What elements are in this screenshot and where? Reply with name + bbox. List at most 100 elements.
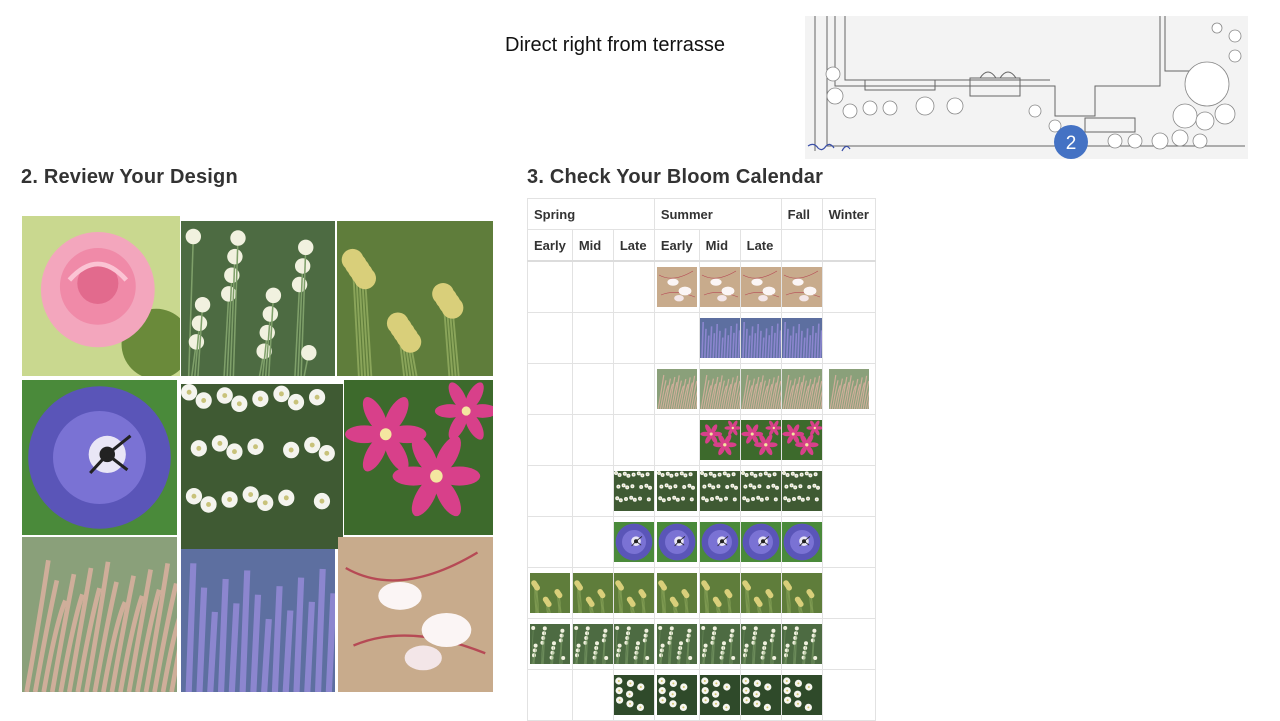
bloom-calendar-table: Spring Summer Fall Winter Early Mid Late… [527,198,876,721]
calendar-cell [571,260,614,313]
russian-sage-photo [181,549,335,692]
calendar-cell [571,567,614,619]
gaura-bloom-thumb [656,267,697,307]
calendar-cell [780,312,823,364]
calendar-cell [527,312,573,364]
yellow-buttons-bloom-thumb [699,573,740,613]
calendar-cell [780,465,823,517]
calendar-cell [653,465,700,517]
period-spring-mid: Mid [571,229,614,262]
calendar-cell [780,567,823,619]
calendar-cell [527,465,573,517]
gaura-bloom-thumb [740,267,781,307]
calendar-cell [739,414,782,466]
calendar-cell [739,618,782,670]
calendar-cell [527,414,573,466]
white-shrub-bloom-thumb [699,471,740,511]
calendar-cell [527,363,573,415]
white-buttons-bloom-thumb [699,624,740,664]
blue-geranium-bloom-thumb [613,522,654,562]
calendar-cell [698,669,741,721]
period-spring-early: Early [527,229,573,262]
calendar-cell [612,260,655,313]
pink-clematis-photo [344,380,493,535]
white-bloom-bloom-thumb [781,675,822,715]
calendar-row-grass [527,363,876,415]
calendar-cell [571,618,614,670]
calendar-cell [571,363,614,415]
season-spring: Spring [527,198,655,230]
white-buttons-bloom-thumb [740,624,781,664]
white-buttons-bloom-thumb [781,624,822,664]
calendar-cell [527,516,573,568]
white-shrub-bloom-thumb [740,471,781,511]
calendar-row-blue-geranium [527,516,876,568]
site-plan-image: 2 [805,16,1248,159]
calendar-row-white-buttons [527,618,876,670]
white-shrub-flower-photo [181,384,343,549]
white-bloom-bloom-thumb [656,675,697,715]
blue-geranium-bloom-thumb [699,522,740,562]
white-bloom-bloom-thumb [740,675,781,715]
bloom-calendar-body [527,260,876,721]
calendar-cell [571,669,614,721]
white-shrub-bloom-thumb [656,471,697,511]
yellow-buttons-bloom-thumb [656,573,697,613]
period-summer-mid: Mid [698,229,741,262]
white-shrub-bloom-thumb [613,471,654,511]
grass-bloom-thumb [781,369,822,409]
period-summer-early: Early [653,229,700,262]
calendar-cell [527,567,573,619]
calendar-cell [780,669,823,721]
calendar-cell [821,516,876,568]
pink-clematis-bloom-thumb [781,420,822,460]
white-buttons-bloom-thumb [613,624,654,664]
calendar-cell [821,465,876,517]
gaura-bloom-thumb [781,267,822,307]
calendar-row-white-bloom [527,669,876,721]
calendar-row-gaura [527,260,876,313]
season-header-row: Spring Summer Fall Winter [527,198,876,230]
calendar-cell [612,618,655,670]
yellow-buttons-bloom-thumb [572,573,613,613]
yellow-globe-flower-photo [337,221,493,376]
calendar-cell [780,363,823,415]
white-buttons-bloom-thumb [656,624,697,664]
calendar-cell [612,516,655,568]
calendar-cell [698,516,741,568]
calendar-cell [527,260,573,313]
season-fall: Fall [780,198,823,230]
calendar-cell [698,312,741,364]
calendar-cell [612,465,655,517]
calendar-cell [653,618,700,670]
yellow-buttons-bloom-thumb [781,573,822,613]
calendar-cell [698,618,741,670]
calendar-cell [821,312,876,364]
lavender-bloom-thumb [699,318,740,358]
calendar-cell [612,414,655,466]
blue-geranium-photo [22,380,177,535]
calendar-cell [653,312,700,364]
season-winter: Winter [821,198,876,230]
grass-bloom-thumb [740,369,781,409]
calendar-cell [653,414,700,466]
calendar-cell [527,618,573,670]
calendar-cell [780,414,823,466]
calendar-row-lavender [527,312,876,364]
period-spring-late: Late [612,229,655,262]
calendar-row-white-shrub [527,465,876,517]
period-header-row: Early Mid Late Early Mid Late [527,229,876,262]
calendar-row-pink-clematis [527,414,876,466]
calendar-cell [739,669,782,721]
grass-bloom-thumb [699,369,740,409]
pink-clematis-bloom-thumb [740,420,781,460]
white-bloom-bloom-thumb [613,675,654,715]
calendar-cell [698,414,741,466]
white-buttons-bloom-thumb [529,624,570,664]
grass-bloom-thumb [828,369,869,409]
grass-bloom-thumb [656,369,697,409]
yellow-buttons-bloom-thumb [740,573,781,613]
plan-marker-number: 2 [1066,133,1077,154]
calendar-cell [653,260,700,313]
calendar-cell [612,363,655,415]
